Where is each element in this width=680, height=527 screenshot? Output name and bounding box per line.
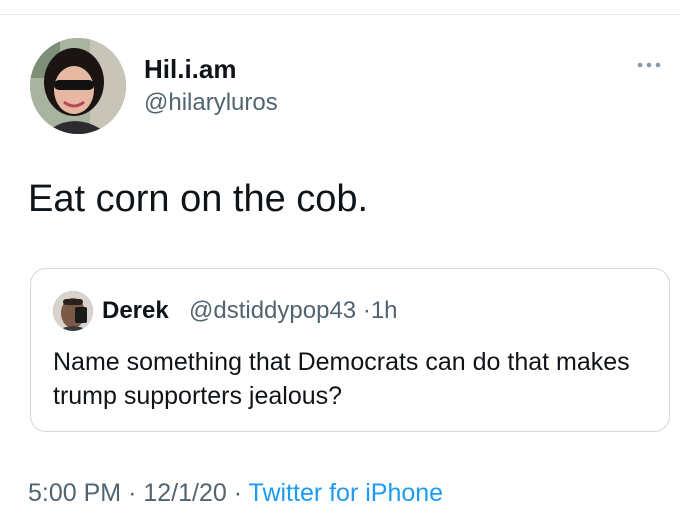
tweet-text: Eat corn on the cob. bbox=[28, 178, 369, 220]
author-avatar[interactable] bbox=[30, 38, 126, 134]
footer-separator-1: · bbox=[128, 479, 137, 507]
tweet-footer: 5:00 PM · 12/1/20 · Twitter for iPhone bbox=[28, 481, 443, 506]
tweet-time[interactable]: 5:00 PM bbox=[28, 479, 121, 507]
quoted-tweet-card[interactable]: Derek @dstiddypop43 ·1h Name something t… bbox=[30, 268, 670, 432]
quoted-author-avatar-image bbox=[53, 291, 93, 331]
quoted-author-handle[interactable]: @dstiddypop43 bbox=[189, 297, 356, 324]
tweet-source-link[interactable]: Twitter for iPhone bbox=[249, 479, 444, 507]
top-divider bbox=[0, 14, 680, 15]
quoted-meta-separator: · bbox=[362, 297, 371, 324]
quoted-author-display-name[interactable]: Derek bbox=[102, 299, 169, 323]
quoted-tweet-text: Name something that Democrats can do tha… bbox=[53, 348, 630, 410]
footer-separator-2: · bbox=[233, 479, 243, 507]
more-horizontal-icon[interactable] bbox=[636, 60, 662, 70]
quoted-author-avatar[interactable] bbox=[53, 291, 93, 331]
author-avatar-image bbox=[30, 38, 126, 134]
quoted-tweet-meta: @dstiddypop43 ·1h bbox=[189, 299, 398, 323]
author-display-name[interactable]: Hil.i.am bbox=[144, 56, 236, 82]
quoted-time-ago[interactable]: 1h bbox=[371, 297, 398, 324]
tweet-date[interactable]: 12/1/20 bbox=[143, 479, 226, 507]
author-handle[interactable]: @hilaryluros bbox=[144, 91, 278, 115]
